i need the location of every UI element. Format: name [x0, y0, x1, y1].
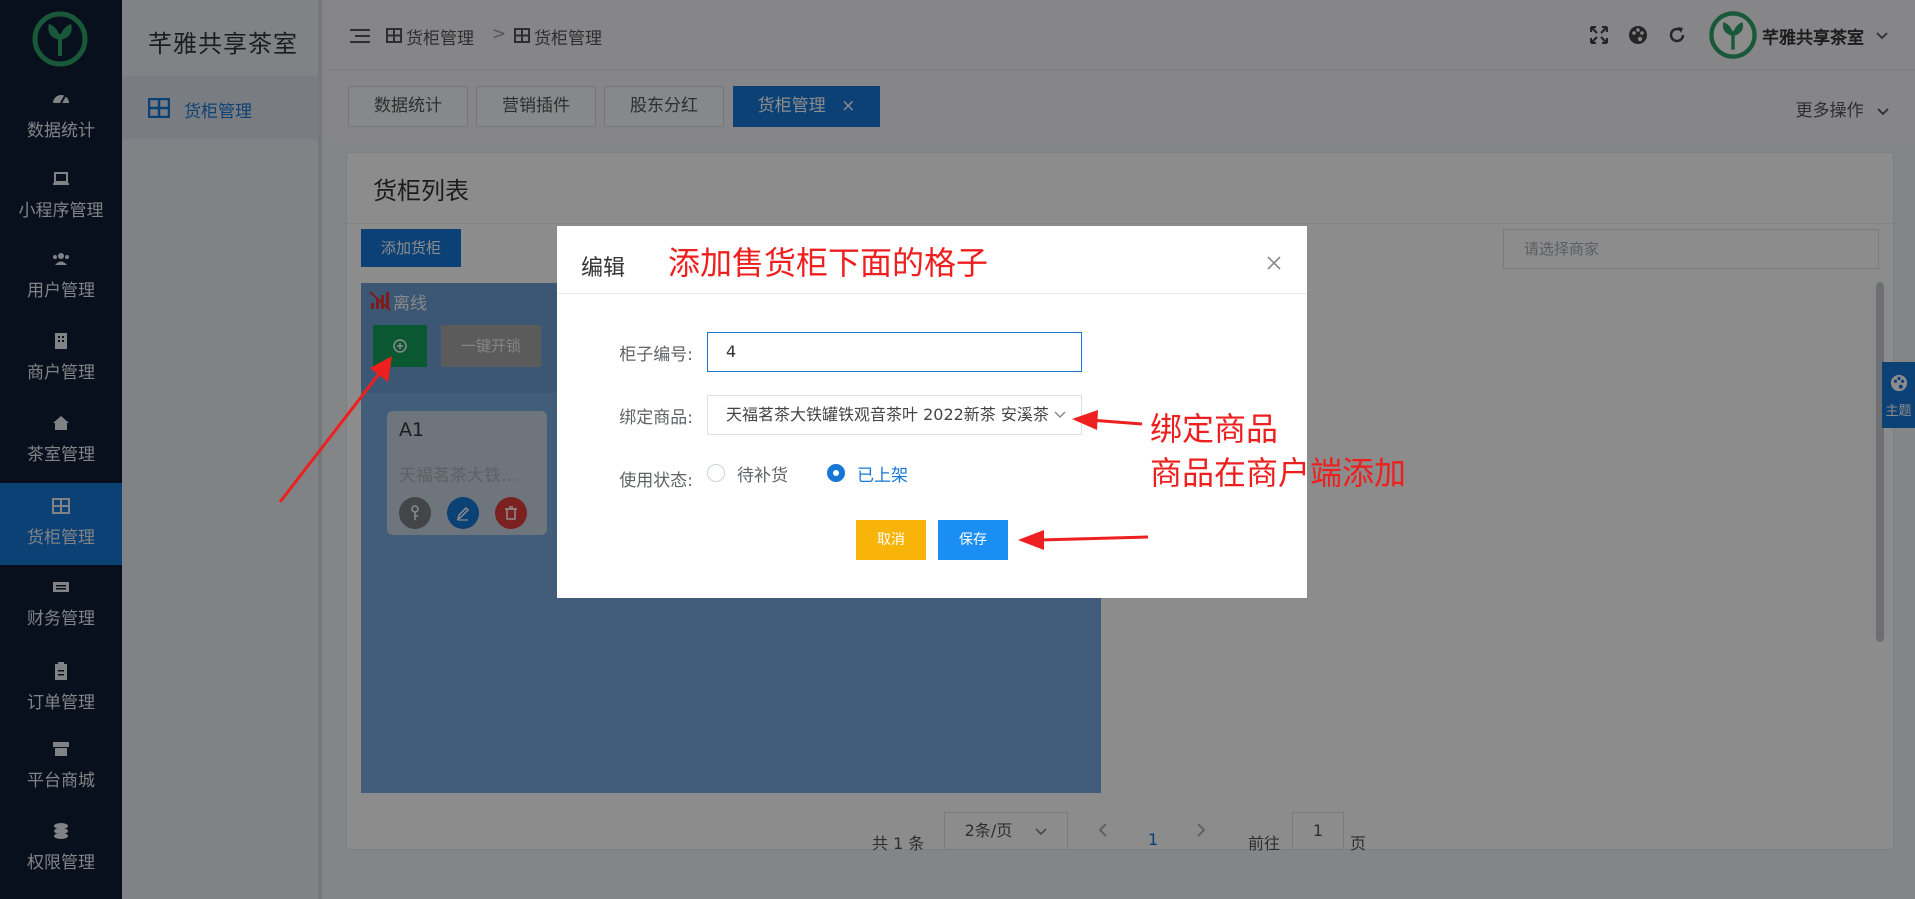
annotation-arrows [278, 356, 1149, 550]
arrow-to-goods-select-icon [1072, 410, 1143, 430]
arrow-to-add-cell-icon [278, 356, 392, 503]
arrow-to-save-icon [1018, 530, 1149, 550]
